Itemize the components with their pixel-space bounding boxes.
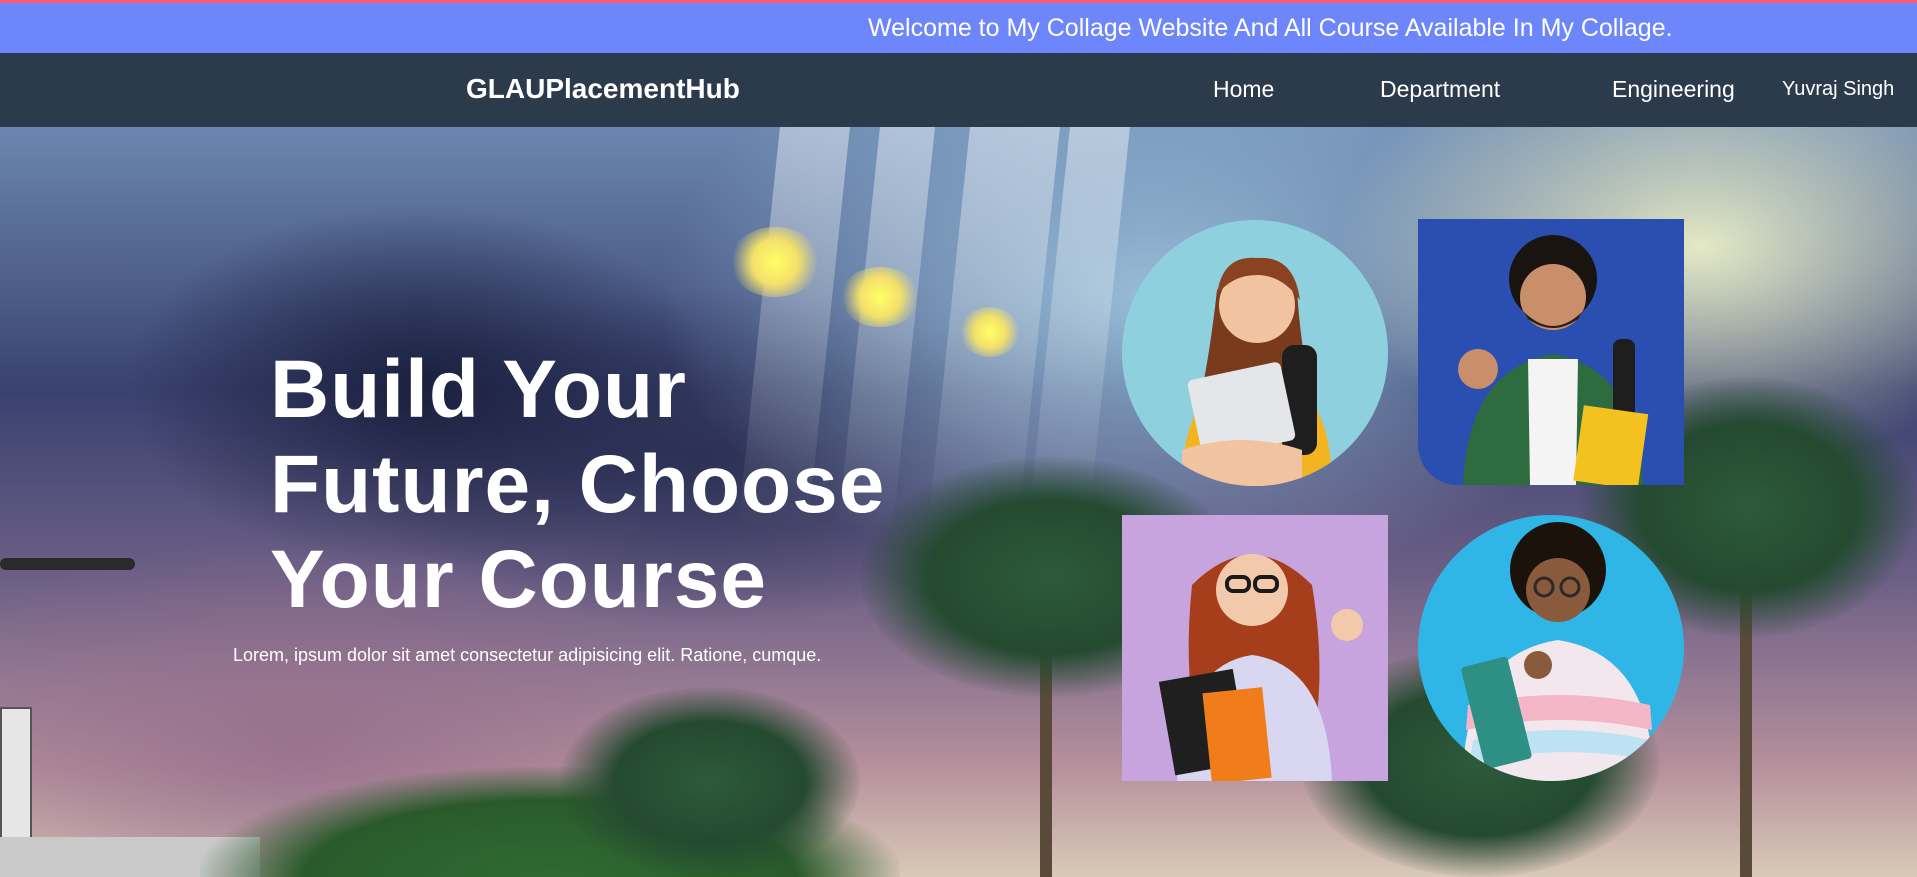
nav-link-engineering[interactable]: Engineering: [1612, 76, 1735, 103]
student-photo-3: [1122, 515, 1388, 781]
hero-subtitle: Lorem, ipsum dolor sit amet consectetur …: [233, 645, 822, 665]
hero-section: Build Your Future, Choose Your Course Lo…: [0, 127, 1917, 877]
student-photo-2: [1418, 219, 1684, 485]
nav-link-department[interactable]: Department: [1380, 76, 1500, 103]
brand-logo[interactable]: GLAUPlacementHub: [466, 73, 740, 105]
sunlit-cloud: [730, 227, 820, 297]
hero-title: Build Your Future, Choose Your Course: [270, 342, 950, 627]
nav-link-home[interactable]: Home: [1213, 76, 1274, 103]
hero-title-line: Future, Choose: [270, 439, 886, 530]
navbar: GLAUPlacementHub Home Department Enginee…: [0, 53, 1917, 127]
hero-title-line: Build Your: [270, 344, 687, 435]
street-lamp: [0, 558, 135, 570]
welcome-marquee-text: Welcome to My Collage Website And All Co…: [868, 14, 1673, 42]
welcome-banner: Welcome to My Collage Website And All Co…: [0, 3, 1917, 53]
sunlit-cloud: [960, 307, 1020, 357]
student-photo-4: [1418, 515, 1684, 781]
hero-title-line: Your Course: [270, 534, 767, 625]
sunlit-cloud: [840, 267, 920, 327]
palm-leaves: [560, 687, 860, 877]
student-photo-1: [1122, 220, 1388, 486]
user-name[interactable]: Yuvraj Singh: [1782, 78, 1894, 101]
